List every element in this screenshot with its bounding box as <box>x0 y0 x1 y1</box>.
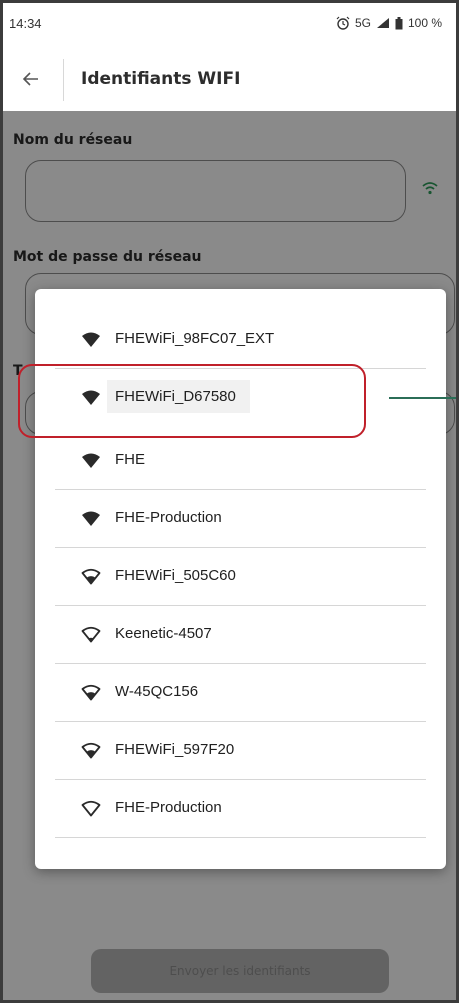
arrow-back-icon[interactable] <box>21 69 41 89</box>
network-type: 5G <box>354 16 371 30</box>
wifi-full-icon <box>82 332 100 347</box>
network-item[interactable]: FHE-Production <box>55 780 426 838</box>
app-bar: Identifiants WIFI <box>3 49 456 111</box>
network-item[interactable]: Keenetic-4507 <box>55 606 426 664</box>
battery-level: 100 % <box>407 16 442 30</box>
wifi-low-icon <box>81 626 101 643</box>
network-item[interactable]: FHE <box>55 432 426 490</box>
network-ssid: FHEWiFi_98FC07_EXT <box>115 330 275 347</box>
wifi-medium-icon <box>81 684 101 701</box>
wifi-full-icon <box>82 511 100 526</box>
wifi-full-icon <box>82 453 100 468</box>
network-item[interactable]: W-45QC156 <box>55 664 426 722</box>
network-ssid: FHE-Production <box>115 509 222 526</box>
network-item[interactable]: FHEWiFi_98FC07_EXT <box>55 311 426 369</box>
network-ssid: FHEWiFi_505C60 <box>115 567 236 584</box>
network-ssid: W-45QC156 <box>115 683 199 700</box>
network-item[interactable]: FHEWiFi_505C60 <box>55 548 426 606</box>
wifi-empty-icon <box>81 800 101 817</box>
network-ssid: FHE-Production <box>115 799 222 816</box>
alarm-icon <box>336 16 350 30</box>
network-ssid: FHEWiFi_597F20 <box>115 741 235 758</box>
network-ssid: Keenetic-4507 <box>115 625 212 642</box>
network-item[interactable]: FHEWiFi_597F20 <box>55 722 426 780</box>
status-bar: 14:34 5G 100 % <box>3 3 456 49</box>
status-time: 14:34 <box>9 16 42 31</box>
selection-highlight-box <box>18 364 366 438</box>
status-icons: 5G 100 % <box>336 16 442 30</box>
signal-icon <box>376 18 389 28</box>
battery-icon <box>395 16 403 29</box>
divider <box>55 837 426 838</box>
page-title: Identifiants WIFI <box>81 69 241 89</box>
callout-pointer-line <box>389 397 456 399</box>
network-item[interactable]: FHE-Production <box>55 490 426 548</box>
wifi-medium-icon <box>81 742 101 759</box>
wifi-medium-icon <box>81 568 101 585</box>
network-ssid: FHE <box>115 451 145 468</box>
phone-screen: 14:34 5G 100 % Identifiants WIFI Nom du … <box>0 0 459 1003</box>
app-bar-divider <box>63 59 64 101</box>
